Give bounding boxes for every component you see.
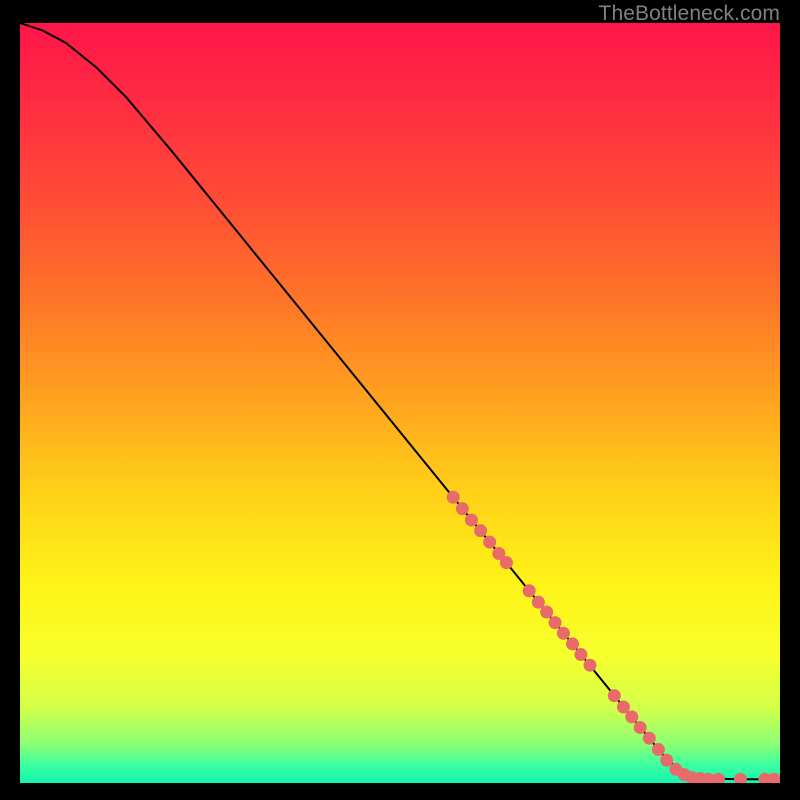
data-marker: [625, 710, 638, 723]
data-marker: [634, 721, 647, 734]
data-marker: [584, 659, 597, 672]
data-marker: [456, 502, 469, 515]
data-marker: [566, 637, 579, 650]
data-marker: [483, 536, 496, 549]
plot-frame: [20, 23, 780, 783]
data-marker: [643, 732, 656, 745]
data-marker: [465, 514, 478, 527]
data-marker: [549, 616, 562, 629]
data-marker: [540, 606, 553, 619]
chart-svg: [20, 23, 780, 783]
data-marker: [447, 491, 460, 504]
data-marker: [523, 584, 536, 597]
data-marker: [574, 648, 587, 661]
data-marker: [532, 596, 545, 609]
data-marker: [652, 743, 665, 756]
chart-stage: TheBottleneck.com: [0, 0, 800, 800]
data-marker: [500, 556, 513, 569]
data-marker: [608, 689, 621, 702]
data-marker: [557, 627, 570, 640]
data-marker: [474, 524, 487, 537]
gradient-background: [20, 23, 780, 783]
data-marker: [617, 701, 630, 714]
watermark-text: TheBottleneck.com: [599, 2, 780, 26]
